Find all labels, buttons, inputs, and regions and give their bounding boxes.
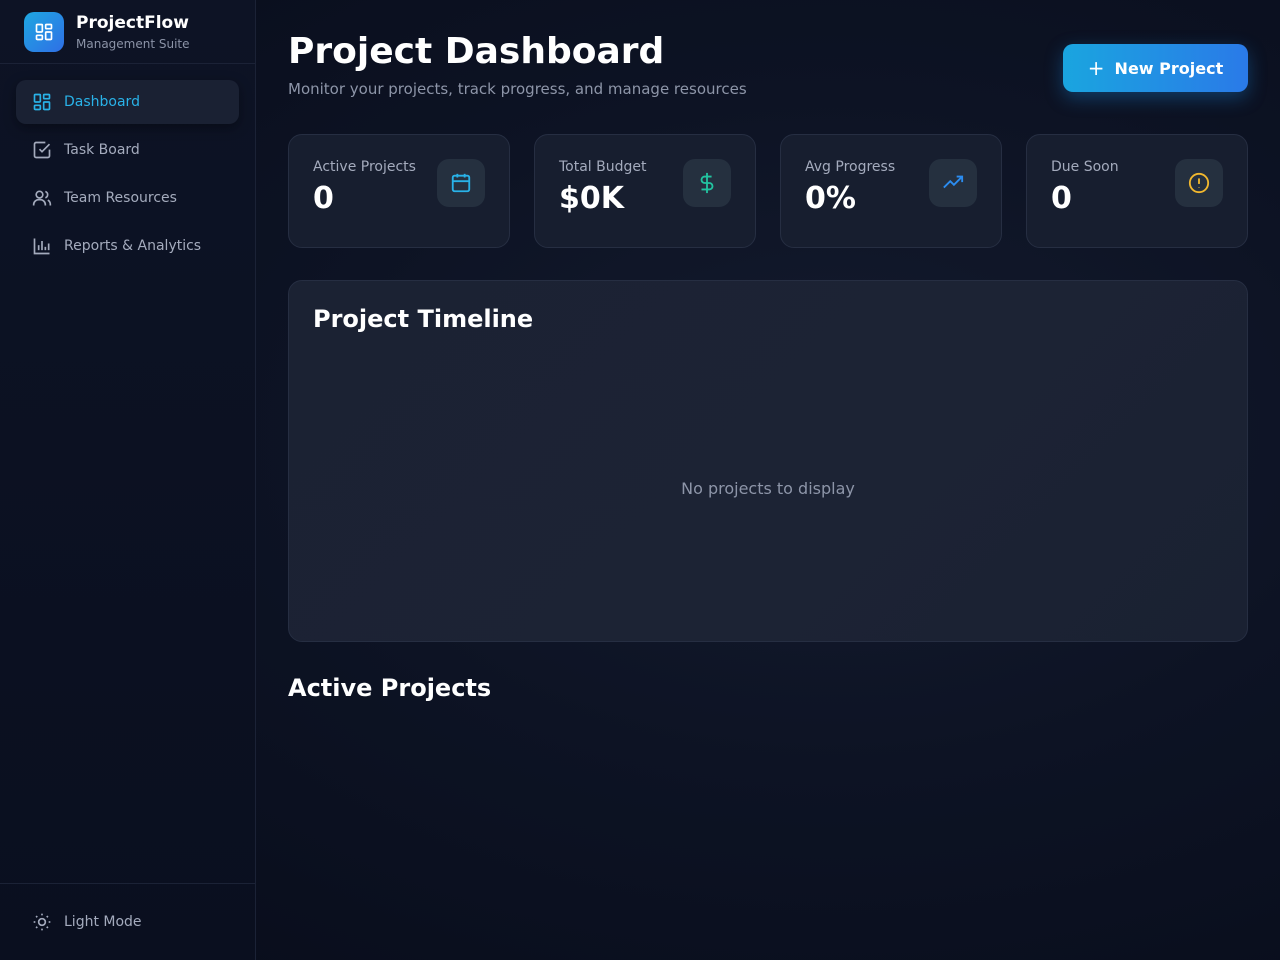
timeline-title: Project Timeline — [313, 305, 534, 333]
project-timeline-panel: Project Timeline No projects to display — [288, 280, 1248, 642]
page-subtitle: Monitor your projects, track progress, a… — [288, 80, 747, 98]
page-title: Project Dashboard — [288, 31, 665, 72]
app-subtitle: Management Suite — [76, 36, 190, 51]
active-projects-heading: Active Projects — [288, 674, 492, 702]
sidebar-item-reports-analytics[interactable]: Reports & Analytics — [16, 224, 239, 268]
sidebar-nav: Dashboard Task Board Team Resources Repo… — [0, 64, 255, 288]
new-project-label: New Project — [1114, 58, 1224, 78]
stat-card-active-projects: Active Projects 0 — [288, 134, 510, 248]
trending-up-icon — [929, 159, 977, 207]
dashboard-icon — [32, 92, 52, 112]
sidebar-item-team-resources[interactable]: Team Resources — [16, 176, 239, 220]
stats-row: Active Projects 0 Total Budget $0K Avg P… — [288, 134, 1248, 248]
sidebar-item-label: Task Board — [64, 142, 140, 158]
sidebar-item-label: Dashboard — [64, 94, 140, 110]
app-name: ProjectFlow — [76, 12, 189, 33]
app: ProjectFlow Management Suite Dashboard T… — [0, 0, 1280, 960]
stat-card-total-budget: Total Budget $0K — [534, 134, 756, 248]
main-content: Project Dashboard Monitor your projects,… — [256, 0, 1280, 960]
page-header: Project Dashboard Monitor your projects,… — [288, 30, 1248, 98]
app-logo-icon — [24, 11, 64, 52]
sidebar-item-task-board[interactable]: Task Board — [16, 128, 239, 172]
stat-card-avg-progress: Avg Progress 0% — [780, 134, 1002, 248]
calendar-icon — [437, 159, 485, 207]
brand: ProjectFlow Management Suite — [0, 0, 255, 64]
stat-card-due-soon: Due Soon 0 — [1026, 134, 1248, 248]
plus-icon: + — [1087, 56, 1105, 80]
alert-circle-icon — [1175, 159, 1223, 207]
bar-chart-icon — [32, 236, 52, 256]
checkbox-icon — [32, 140, 52, 160]
new-project-button[interactable]: + New Project — [1063, 44, 1248, 92]
sidebar-item-label: Team Resources — [64, 190, 177, 206]
theme-toggle[interactable]: Light Mode — [0, 883, 255, 960]
sidebar: ProjectFlow Management Suite Dashboard T… — [0, 0, 256, 960]
theme-toggle-label: Light Mode — [64, 914, 142, 930]
dollar-icon — [683, 159, 731, 207]
sun-icon — [32, 912, 52, 932]
users-icon — [32, 188, 52, 208]
sidebar-item-label: Reports & Analytics — [64, 238, 202, 254]
sidebar-item-dashboard[interactable]: Dashboard — [16, 80, 239, 124]
timeline-empty-message: No projects to display — [681, 479, 855, 498]
